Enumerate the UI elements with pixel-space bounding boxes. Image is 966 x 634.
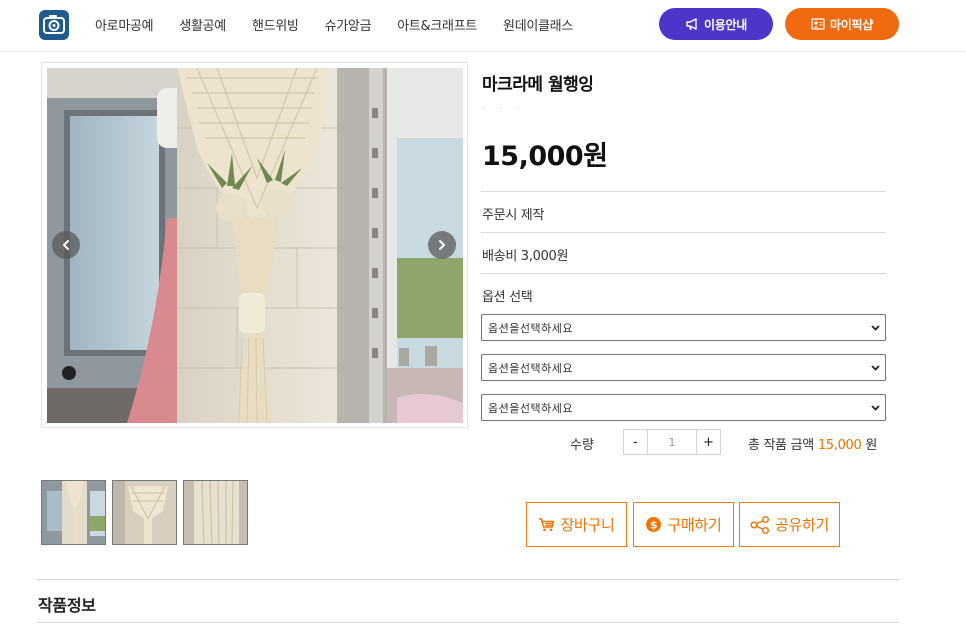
chevron-right-icon	[439, 240, 445, 250]
my-shop-button-label: 마이픽샵	[830, 17, 873, 32]
product-subtitle: · · ·	[482, 104, 525, 113]
info-button[interactable]: 이용안내	[659, 8, 773, 40]
thumbnail-1[interactable]	[41, 480, 106, 545]
divider	[481, 273, 886, 274]
megaphone-icon	[686, 17, 697, 30]
chevron-left-icon	[63, 240, 69, 250]
svg-text:$: $	[650, 519, 657, 532]
option-select-label: 옵션 선택	[482, 290, 533, 305]
coin-icon: $	[646, 517, 662, 532]
total-price-amount: 15,000	[817, 438, 862, 453]
option-select-1[interactable]: 옵션을선택하세요	[481, 314, 886, 341]
add-to-cart-label: 장바구니	[560, 516, 615, 534]
shipping-fee: 배송비 3,000원	[482, 249, 569, 264]
buy-now-label: 구매하기	[667, 516, 722, 534]
thumbnail-2[interactable]	[112, 480, 177, 545]
option-select-3-value: 옵션을선택하세요	[488, 401, 573, 415]
id-card-icon	[811, 18, 825, 30]
divider	[37, 579, 899, 580]
info-button-label: 이용안내	[704, 17, 747, 32]
share-icon	[750, 515, 769, 534]
my-shop-button[interactable]: 마이픽샵	[785, 8, 899, 40]
buy-now-button[interactable]: $ 구매하기	[633, 502, 734, 547]
nav-item-sugar[interactable]: 슈가앙금	[325, 15, 372, 34]
divider	[481, 232, 886, 233]
total-price: 총 작품 금액 15,000 원	[748, 434, 877, 453]
quantity-label: 수량	[570, 438, 594, 453]
divider	[481, 191, 886, 192]
nav-item-oneday[interactable]: 원데이클래스	[503, 15, 573, 34]
product-info-tab[interactable]: 작품정보	[38, 592, 96, 616]
total-price-unit: 원	[865, 438, 878, 453]
chevron-down-icon	[871, 325, 880, 331]
thumbnail-3[interactable]	[183, 480, 248, 545]
quantity-decrease-button[interactable]: -	[624, 430, 648, 454]
option-select-2-value: 옵션을선택하세요	[488, 361, 573, 375]
product-title: 마크라메 월행잉	[482, 75, 594, 95]
product-main-image	[41, 62, 468, 428]
thumbnail-list	[41, 480, 248, 545]
option-select-1-value: 옵션을선택하세요	[488, 321, 573, 335]
next-image-button[interactable]	[428, 231, 456, 259]
quantity-input[interactable]: 1	[648, 430, 696, 454]
prev-image-button[interactable]	[52, 231, 80, 259]
nav-item-weaving[interactable]: 핸드위빙	[252, 15, 299, 34]
share-button[interactable]: 공유하기	[739, 502, 840, 547]
site-header: 아로마공예 생활공예 핸드위빙 슈가앙금 아트&크래프트 원데이클래스 이용안내…	[0, 0, 966, 52]
product-photo	[47, 68, 463, 423]
total-price-label: 총 작품 금액	[748, 438, 814, 453]
made-to-order-label: 주문시 제작	[482, 208, 545, 223]
nav-item-living[interactable]: 생활공예	[179, 15, 226, 34]
quantity-increase-button[interactable]: +	[696, 430, 720, 454]
chevron-down-icon	[871, 405, 880, 411]
quantity-stepper: - 1 +	[623, 429, 721, 455]
nav-item-aroma[interactable]: 아로마공예	[95, 15, 154, 34]
nav-item-art-craft[interactable]: 아트&크래프트	[397, 15, 477, 34]
chevron-down-icon	[871, 365, 880, 371]
option-select-2[interactable]: 옵션을선택하세요	[481, 354, 886, 381]
product-price: 15,000원	[482, 141, 608, 172]
option-select-3[interactable]: 옵션을선택하세요	[481, 394, 886, 421]
cart-icon	[539, 518, 555, 532]
camera-logo-icon[interactable]	[39, 10, 69, 40]
main-nav: 아로마공예 생활공예 핸드위빙 슈가앙금 아트&크래프트 원데이클래스	[95, 0, 599, 48]
divider	[37, 622, 899, 623]
share-label: 공유하기	[774, 516, 829, 534]
add-to-cart-button[interactable]: 장바구니	[526, 502, 627, 547]
